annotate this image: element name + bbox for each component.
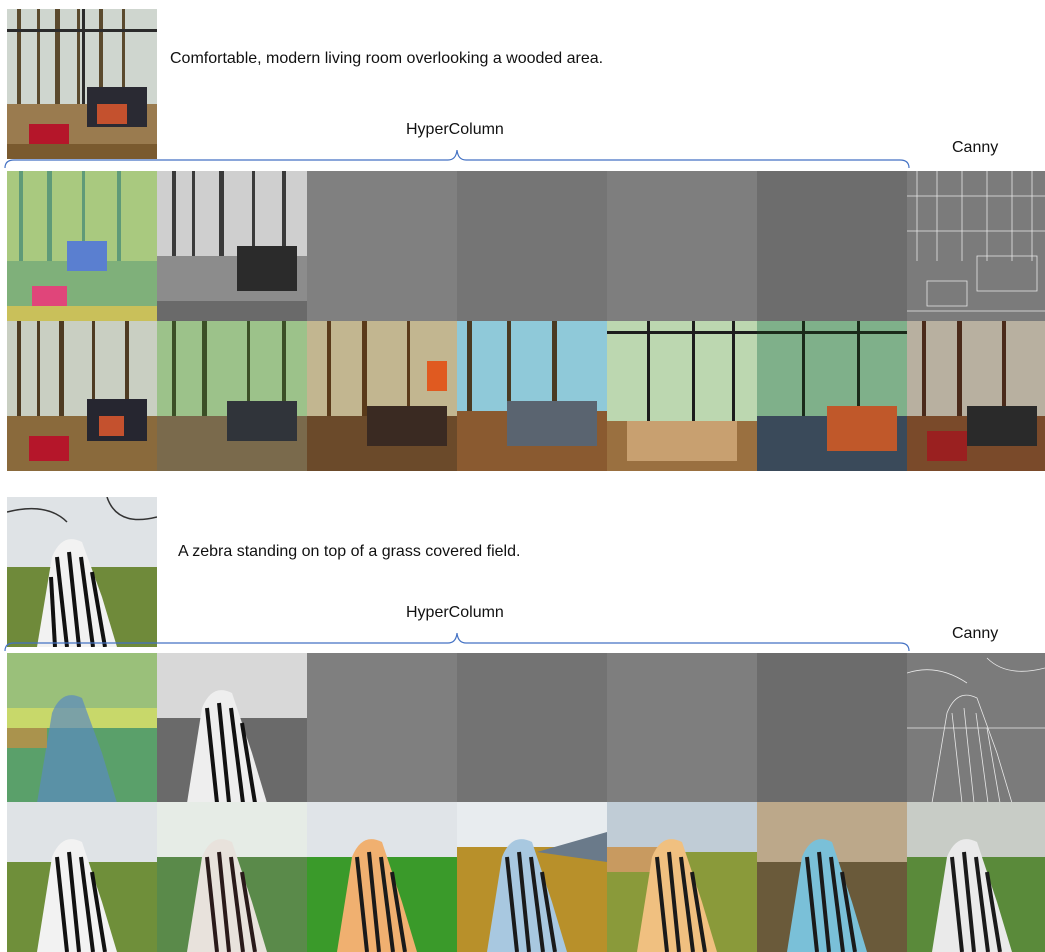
living-room-feature-tile-1 [7,171,157,321]
living-room-sample-tile-6 [907,321,1045,471]
living-room-sample-tile-5 [757,321,907,471]
living-room-original-tile [7,321,157,471]
living-room-feature-tile-5 [607,171,757,321]
zebra-sample-tile-5 [757,802,907,952]
zebra-canny-tile [907,653,1045,803]
living-room-caption: Comfortable, modern living room overlook… [170,50,604,67]
zebra-feature-tile-5 [607,653,757,803]
zebra-feature-tile-3 [307,653,457,803]
zebra-sample-tile-3 [457,802,607,952]
zebra-sample-tile-4 [607,802,757,952]
zebra-sample-tile-6 [907,802,1045,952]
living-room-feature-tile-6 [757,171,907,321]
zebra-section: A zebra standing on top of a grass cover… [0,495,1045,952]
zebra-sample-tile-1 [157,802,307,952]
living-room-canny-tile [907,171,1045,321]
living-room-sample-tile-2 [307,321,457,471]
zebra-feature-tile-6 [757,653,907,803]
zebra-sample-tile-2 [307,802,457,952]
living-room-canny-label: Canny [952,139,999,156]
zebra-hypercolumn-brace [4,632,910,652]
living-room-feature-tile-3 [307,171,457,321]
zebra-caption: A zebra standing on top of a grass cover… [178,543,521,560]
zebra-reference-image [7,497,157,647]
zebra-hypercolumn-label: HyperColumn [406,604,504,621]
zebra-original-tile [7,802,157,952]
zebra-feature-tile-1 [7,653,157,803]
living-room-section: Comfortable, modern living room overlook… [0,0,1045,475]
living-room-reference-image [7,9,157,159]
living-room-sample-tile-4 [607,321,757,471]
zebra-canny-label: Canny [952,625,999,642]
living-room-sample-tile-3 [457,321,607,471]
living-room-feature-tile-4 [457,171,607,321]
living-room-hypercolumn-brace [4,149,910,169]
living-room-hypercolumn-label: HyperColumn [406,121,504,138]
zebra-feature-tile-2 [157,653,307,803]
zebra-feature-tile-4 [457,653,607,803]
living-room-sample-tile-1 [157,321,307,471]
living-room-feature-tile-2 [157,171,307,321]
